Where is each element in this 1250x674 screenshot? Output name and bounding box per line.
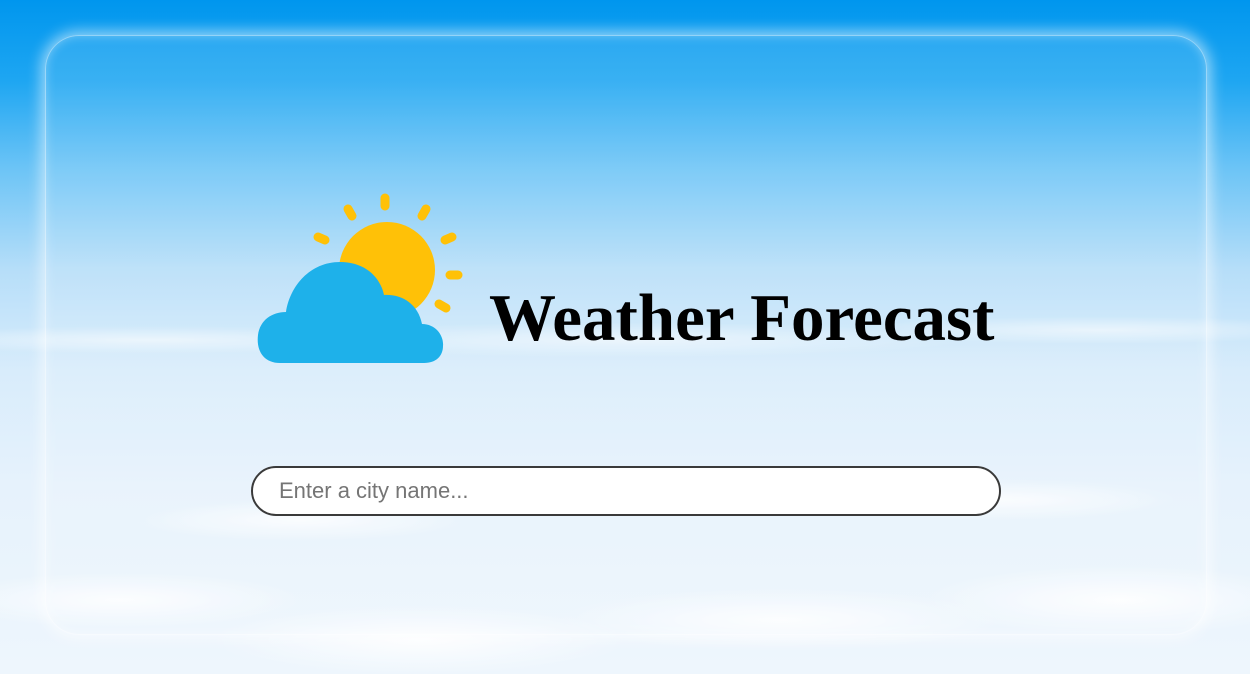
page-title: Weather Forecast [489, 281, 995, 355]
sun-behind-cloud-icon [257, 193, 463, 363]
city-search-input[interactable] [251, 466, 1001, 516]
